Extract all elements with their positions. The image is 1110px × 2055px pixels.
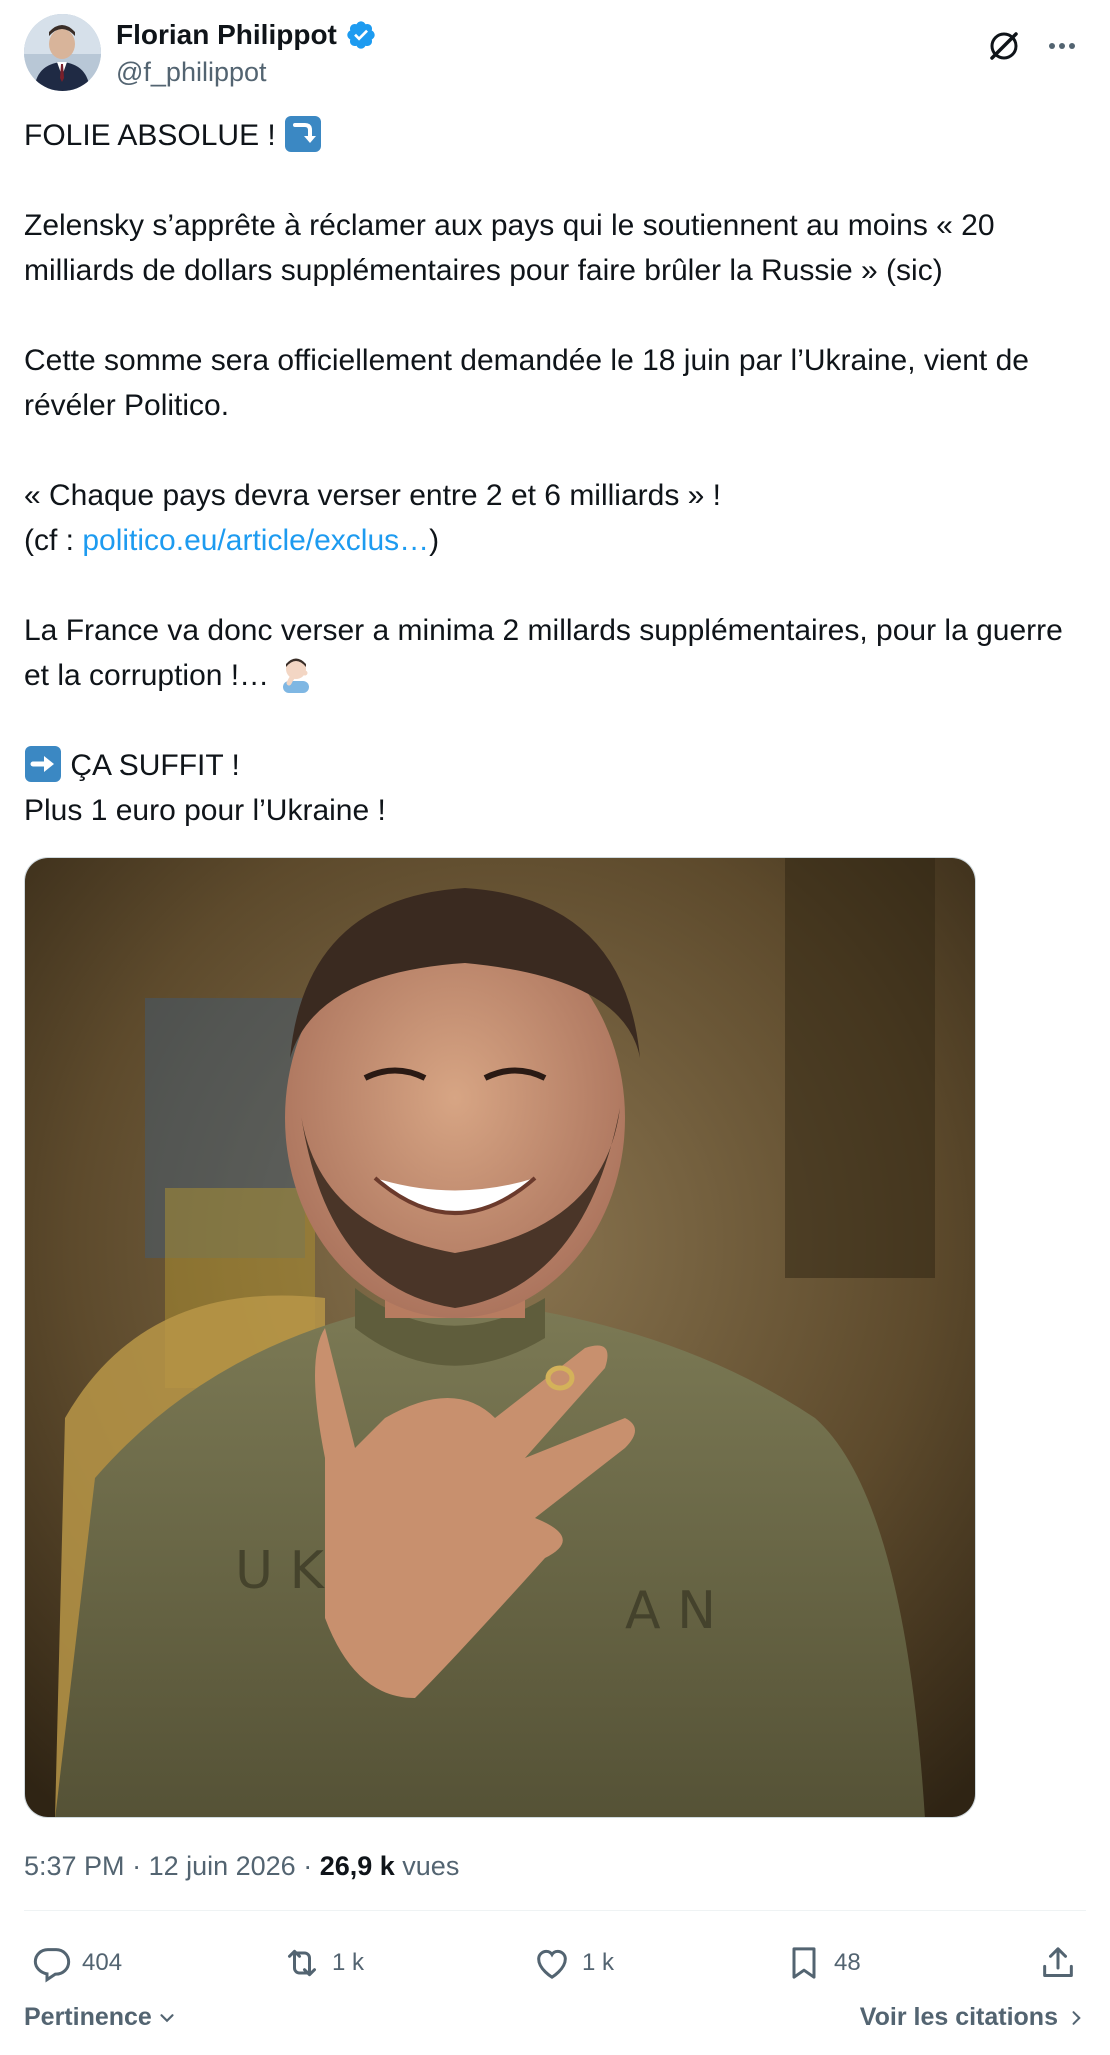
svg-text:U K: U K	[235, 1541, 326, 1601]
author-name-row[interactable]: Florian Philippot	[116, 18, 377, 52]
chevron-down-icon	[160, 2013, 174, 2022]
tweet-line: FOLIE ABSOLUE !	[24, 119, 285, 152]
bookmark-count: 48	[834, 1949, 861, 1976]
reply-button[interactable]: 404	[32, 1943, 122, 1983]
repost-icon	[288, 1949, 316, 1977]
like-button[interactable]: 1 k	[532, 1943, 614, 1983]
action-bar: 404 1 k 1 k 48	[24, 1931, 1086, 1997]
more-options-icon[interactable]	[1042, 26, 1082, 66]
tweet-date[interactable]: 12 juin 2026	[149, 1851, 296, 1881]
tweet-photo[interactable]: U K A N	[24, 857, 976, 1818]
views-count: 26,9 k	[319, 1851, 395, 1881]
tweet-paragraph: « Chaque pays devra verser entre 2 et 6 …	[24, 473, 1086, 563]
view-quotes-label: Voir les citations	[859, 2003, 1058, 2031]
tweet-time[interactable]: 5:37 PM	[24, 1851, 125, 1881]
tweet-paragraph: Cette somme sera officiellement demandée…	[24, 344, 1029, 422]
like-count: 1 k	[582, 1949, 615, 1976]
meta-separator: ·	[295, 1851, 320, 1881]
sort-label: Pertinence	[24, 2003, 152, 2031]
share-button[interactable]	[1038, 1943, 1078, 1983]
svg-text:A N: A N	[625, 1581, 716, 1641]
repost-count: 1 k	[332, 1949, 365, 1976]
views-label: vues	[394, 1851, 460, 1881]
bookmark-icon	[792, 1947, 816, 1979]
tweet-line: Plus 1 euro pour l’Ukraine !	[24, 794, 386, 827]
facepalm-emoji	[283, 658, 310, 693]
tweet-header: Florian Philippot @f_philippot	[24, 14, 1086, 94]
grok-icon[interactable]	[984, 26, 1024, 66]
arrow-down-right-emoji	[285, 116, 322, 152]
heart-icon	[537, 1949, 567, 1979]
politico-link[interactable]: politico.eu/article/exclus…	[82, 524, 429, 557]
bookmark-button[interactable]: 48	[784, 1943, 861, 1983]
sort-dropdown[interactable]: Pertinence	[24, 2003, 178, 2032]
view-quotes-link[interactable]: Voir les citations	[860, 2003, 1086, 2032]
tweet-line: ÇA SUFFIT !	[62, 749, 240, 782]
divider	[24, 1910, 1086, 1911]
tweet-paragraph: FOLIE ABSOLUE !	[24, 113, 1086, 158]
repost-button[interactable]: 1 k	[282, 1943, 364, 1983]
tweet-line: La France va donc verser a minima 2 mill…	[24, 614, 1063, 692]
author-avatar[interactable]	[24, 14, 101, 91]
author-handle[interactable]: @f_philippot	[116, 54, 377, 90]
tweet-paragraph: La France va donc verser a minima 2 mill…	[24, 608, 1086, 698]
author-display-name[interactable]: Florian Philippot	[116, 18, 337, 52]
chevron-right-icon	[1072, 2010, 1081, 2025]
tweet-line: )	[429, 524, 440, 557]
reply-icon	[33, 1948, 71, 1983]
tweet-text: FOLIE ABSOLUE ! Zelensky s’apprête à réc…	[24, 113, 1086, 833]
tweet-meta: 5:37 PM · 12 juin 2026 · 26,9 k vues	[24, 1848, 459, 1884]
tweet-line: « Chaque pays devra verser entre 2 et 6 …	[24, 479, 722, 512]
tweet-footer: Pertinence Voir les citations	[24, 2003, 1086, 2043]
tweet-paragraph: Zelensky s’apprête à réclamer aux pays q…	[24, 209, 995, 287]
tweet-paragraph: ÇA SUFFIT ! Plus 1 euro pour l’Ukraine !	[24, 743, 1086, 833]
arrow-right-emoji	[25, 746, 61, 782]
share-icon	[1043, 1947, 1073, 1977]
meta-separator: ·	[124, 1851, 149, 1881]
reply-count: 404	[82, 1949, 123, 1976]
verified-badge-icon	[347, 21, 375, 49]
tweet-line: (cf :	[24, 524, 83, 557]
